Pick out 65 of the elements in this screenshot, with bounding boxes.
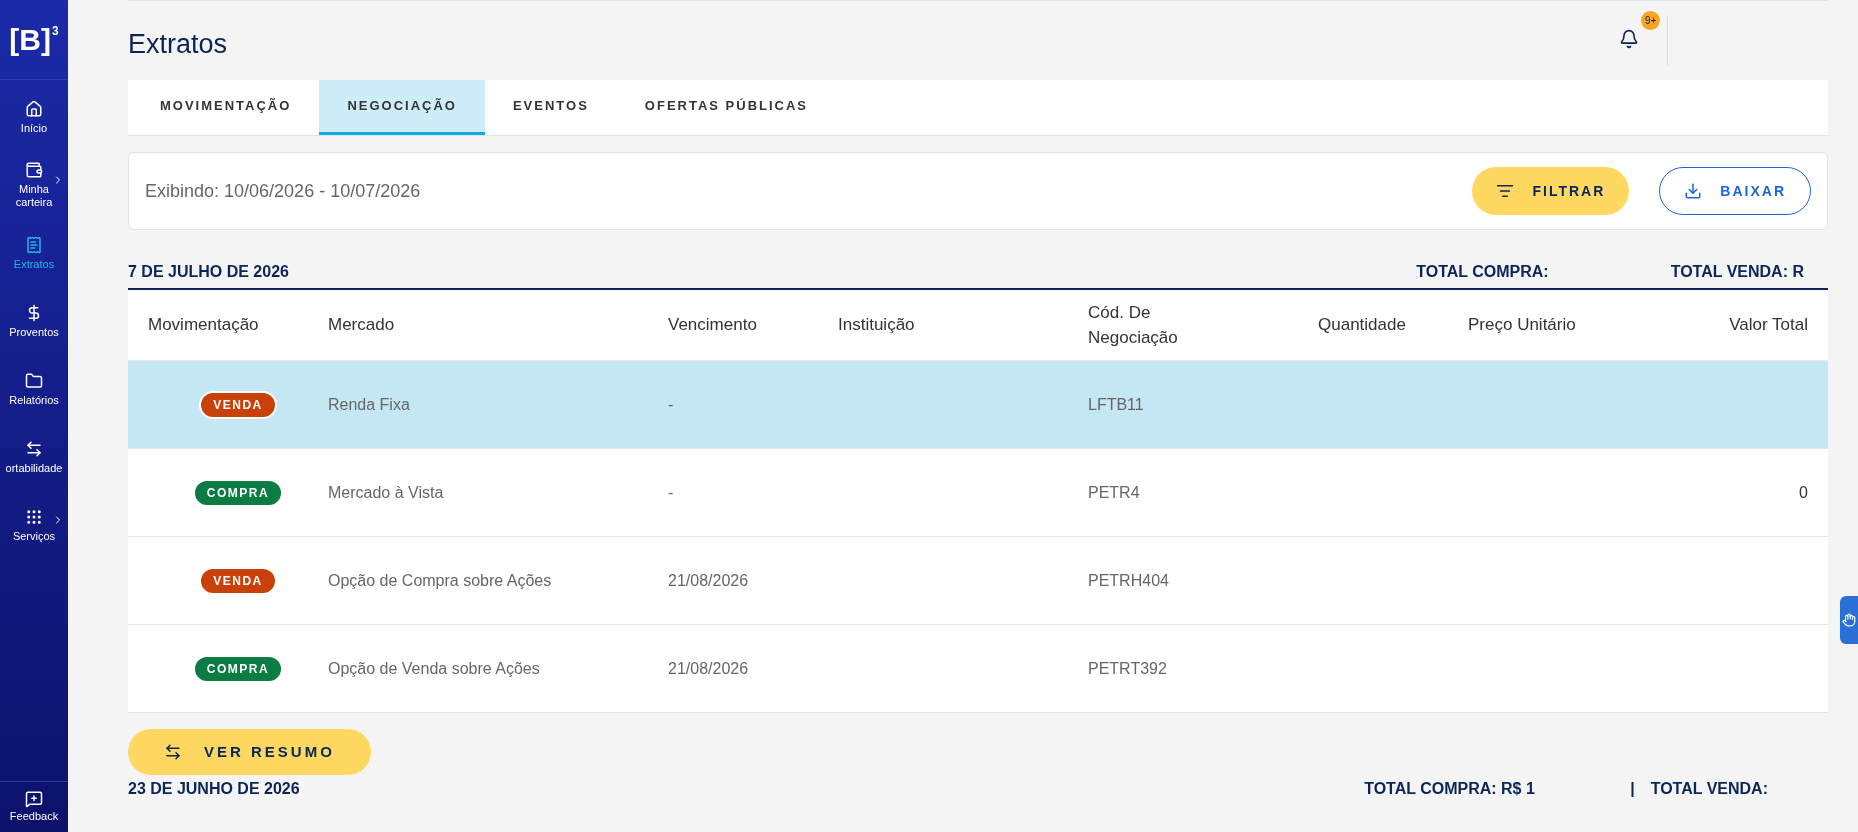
separator: | <box>1630 779 1635 799</box>
accessibility-button[interactable] <box>1840 596 1858 644</box>
bell-icon <box>1619 29 1639 49</box>
total-buy: TOTAL COMPRA: <box>1416 262 1549 282</box>
table-row[interactable]: VENDA Renda Fixa - LFTB11 <box>128 360 1828 448</box>
sidebar-item[interactable]: Início <box>0 90 68 144</box>
tab[interactable]: NEGOCIAÇÃO <box>319 80 485 135</box>
sidebar-item[interactable]: Proventos <box>0 294 68 348</box>
feedback-button[interactable]: Feedback <box>9 789 59 824</box>
page-title: Extratos <box>128 28 228 62</box>
group-date: 7 DE JULHO DE 2026 <box>128 262 289 282</box>
home-icon <box>25 99 43 118</box>
code-cell-text: PETRT392 <box>1088 658 1168 679</box>
column-header: Mercado <box>328 314 396 337</box>
movement-badge: VENDA <box>199 566 277 595</box>
period-text: Exibindo: 10/06/2026 - 10/07/2026 <box>145 179 421 203</box>
column-header: Valor Total <box>1728 314 1808 337</box>
column-header: Preço Unitário <box>1468 314 1577 337</box>
total-sell: TOTAL VENDA: R <box>1670 262 1804 282</box>
code-cell-text: PETR4 <box>1088 482 1141 503</box>
market-cell-text: Opção de Compra sobre Ações <box>328 570 553 591</box>
sidebar-item[interactable]: ortabilidade <box>0 430 68 484</box>
receipt-icon <box>25 235 43 254</box>
sidebar-item[interactable]: Minha carteira <box>0 158 68 212</box>
movement-badge: COMPRA <box>192 478 284 507</box>
sidebar-item[interactable]: Relatórios <box>0 362 68 416</box>
total-buy: TOTAL COMPRA: R$ 1 <box>1364 779 1536 799</box>
feedback-icon <box>25 789 43 808</box>
column-header: Movimentação <box>148 314 260 337</box>
sidebar-item[interactable]: Serviços <box>0 498 68 552</box>
total-cell-text: 0 <box>1798 482 1808 503</box>
column-header: Cód. De Negociação <box>1088 301 1179 349</box>
maturity-cell-text: 21/08/2026 <box>668 658 750 679</box>
group-date: 23 DE JUNHO DE 2026 <box>128 779 300 799</box>
code-cell-text: LFTB11 <box>1088 394 1145 415</box>
column-header: Quantidade <box>1318 314 1407 337</box>
transfer-icon <box>25 439 43 458</box>
transfer-icon <box>164 743 182 761</box>
movement-badge: COMPRA <box>192 654 284 683</box>
tab[interactable]: OFERTAS PÚBLICAS <box>616 80 837 135</box>
tab[interactable]: EVENTOS <box>484 80 617 135</box>
market-cell-text: Opção de Venda sobre Ações <box>328 658 541 679</box>
filter-button[interactable]: FILTRAR <box>1472 167 1630 215</box>
maturity-cell-text: - <box>668 394 675 415</box>
column-header: Instituição <box>838 314 916 337</box>
movement-badge: VENDA <box>199 390 277 419</box>
summary-button[interactable]: VER RESUMO <box>128 729 371 775</box>
filter-icon <box>1496 182 1515 200</box>
market-cell-text: Mercado à Vista <box>328 482 445 503</box>
notification-badge: 9+ <box>1641 11 1661 30</box>
sidebar-item[interactable]: Extratos <box>0 226 68 280</box>
logo[interactable]: [B] <box>9 24 51 55</box>
download-icon <box>1684 182 1703 200</box>
total-sell: TOTAL VENDA: <box>1650 779 1768 799</box>
grid-icon <box>25 507 43 526</box>
wallet-icon <box>25 161 43 179</box>
logo-superscript: 3 <box>52 24 59 37</box>
folder-icon <box>25 371 43 390</box>
maturity-cell-text: 21/08/2026 <box>668 570 750 591</box>
hand-icon <box>1842 613 1856 627</box>
tab[interactable]: MOVIMENTAÇÃO <box>132 80 320 135</box>
code-cell-text: PETRH404 <box>1088 570 1170 591</box>
column-header: Vencimento <box>668 314 758 337</box>
market-cell-text: Renda Fixa <box>328 394 411 415</box>
maturity-cell-text: - <box>668 482 675 503</box>
